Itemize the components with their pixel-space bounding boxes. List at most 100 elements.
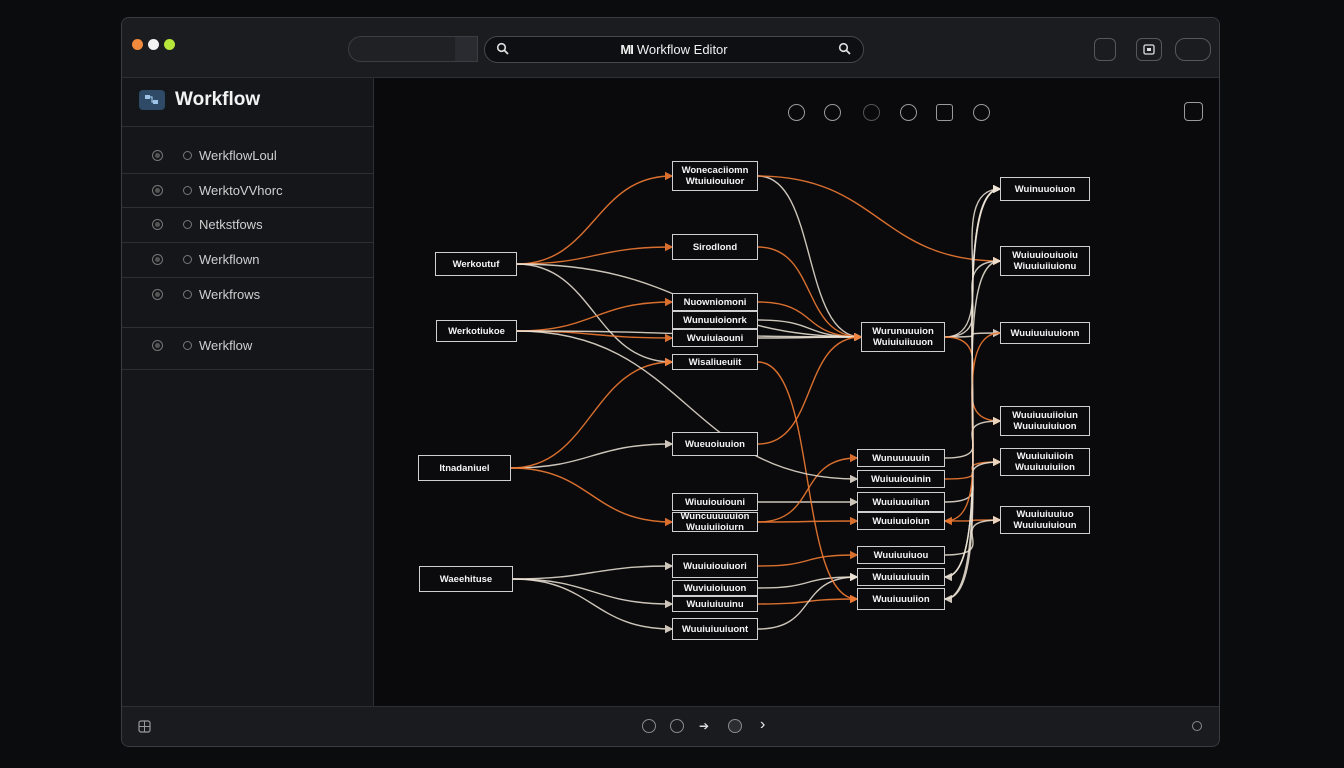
- sidebar-item-label: WerkflowLoul: [199, 147, 277, 163]
- app-logo-text: MI: [620, 42, 633, 57]
- grid-icon[interactable]: [138, 720, 151, 738]
- sidebar-item-2[interactable]: WerktoVVhorc: [122, 173, 373, 207]
- item-status-icon: [183, 254, 192, 264]
- workflow-canvas[interactable]: Werkoutuf Werkotiukoe Itnadaniuel Waeehitus…: [374, 78, 1219, 706]
- workflow-node-r3[interactable]: Wuuiuuuiiun: [857, 492, 945, 512]
- sidebar-item-label: WerktoVVhorc: [199, 182, 283, 198]
- workflow-node-c7[interactable]: Wueuoiuuion: [672, 432, 758, 456]
- connection-edge-16[interactable]: [757, 301, 863, 342]
- tab-strip[interactable]: [348, 36, 478, 62]
- sidebar-item-6[interactable]: Werkflow: [122, 328, 373, 362]
- maximize-window-button[interactable]: [164, 39, 175, 50]
- sidebar-item-label: Werkflown: [199, 251, 260, 267]
- workflow-node-n4[interactable]: Waeehituse: [419, 566, 513, 592]
- minimize-window-button[interactable]: [148, 39, 159, 50]
- layout-icon: [1143, 44, 1155, 55]
- sidebar-item-5[interactable]: Werkfrows: [122, 277, 373, 311]
- workflow-node-r7[interactable]: Wuuiuuuiion: [857, 588, 945, 610]
- sidebar-item-1[interactable]: WerkflowLoul: [122, 138, 373, 172]
- sidebar-item-label: Werkfrows: [199, 286, 261, 302]
- item-status-icon: [183, 219, 192, 229]
- workflow-node-c5[interactable]: Wvuiuiaouni: [672, 329, 758, 347]
- workflow-node-c4[interactable]: Wunuuioionrk: [672, 311, 758, 329]
- search-bar[interactable]: MI Workflow Editor: [484, 36, 864, 63]
- connection-edge-19[interactable]: [757, 332, 863, 445]
- next-icon[interactable]: ›: [760, 716, 765, 734]
- workflow-node-c6[interactable]: Wisaliueuiit: [672, 354, 758, 370]
- connection-edge-23[interactable]: [757, 550, 859, 567]
- workflow-node-c12[interactable]: Wuuiuiuuinu: [672, 596, 758, 612]
- workflow-node-c3[interactable]: Nuowniomoni: [672, 293, 758, 311]
- sidebar-brand: Workflow: [139, 89, 260, 111]
- connection-edge-13[interactable]: [757, 175, 863, 342]
- connection-edge-22[interactable]: [757, 516, 859, 526]
- panel-toggle-button[interactable]: [1094, 38, 1116, 61]
- item-bullet-icon: [152, 339, 163, 351]
- connection-edge-14[interactable]: [757, 175, 1002, 266]
- window-title-text: Workflow Editor: [636, 42, 728, 57]
- workflow-node-r5[interactable]: Wuuiuuiuou: [857, 546, 945, 564]
- divider: [122, 126, 373, 127]
- status-indicator-icon: [1192, 721, 1202, 731]
- connection-edge-41[interactable]: [757, 361, 859, 604]
- item-status-icon: [183, 340, 192, 350]
- tab-segment[interactable]: [455, 37, 477, 61]
- arrow-icon[interactable]: ➔: [699, 719, 709, 733]
- workflow-node-c9[interactable]: Wuncuuuuuion Wuuiuiioiurn: [672, 512, 758, 532]
- connection-edge-9[interactable]: [510, 357, 674, 469]
- sidebar: Workflow WerkflowLoul WerktoVVhorc Netks…: [122, 78, 374, 706]
- sidebar-item-3[interactable]: Netkstfows: [122, 207, 373, 241]
- status-footer: ➔ ›: [122, 706, 1219, 746]
- workflow-node-r2[interactable]: Wuiuuiouinin: [857, 470, 945, 488]
- workflow-node-r1[interactable]: Wunuuuuuin: [857, 449, 945, 467]
- workflow-node-f5[interactable]: Wuuiuiuiioin Wuuiuuiuiion: [1000, 448, 1090, 476]
- connection-edge-0[interactable]: [516, 171, 674, 265]
- workflow-node-f6[interactable]: Wuuiuiuuiuo Wuuiuuiuioun: [1000, 506, 1090, 534]
- item-bullet-icon: [152, 218, 163, 230]
- workflow-node-c13[interactable]: Wuuiuiuuiuont: [672, 618, 758, 640]
- connection-edge-4[interactable]: [516, 297, 674, 332]
- workflow-node-f3[interactable]: Wuuiuuiuuionn: [1000, 322, 1090, 344]
- layout-button[interactable]: [1136, 38, 1162, 61]
- item-status-icon: [183, 185, 192, 195]
- connection-edge-11[interactable]: [512, 578, 674, 634]
- workflow-node-c11[interactable]: Wuviuioiuuon: [672, 580, 758, 596]
- divider: [122, 369, 373, 370]
- undo-icon[interactable]: [642, 719, 656, 733]
- sidebar-item-4[interactable]: Werkflown: [122, 242, 373, 276]
- connection-edge-26[interactable]: [757, 572, 859, 630]
- workflow-node-c1[interactable]: Wonecaciiomn Wtuiuiouiuor: [672, 161, 758, 191]
- sidebar-item-label: Netkstfows: [199, 216, 263, 232]
- connection-edge-8[interactable]: [510, 467, 674, 527]
- workflow-node-h1[interactable]: Wurunuuuion Wuiuiuiiuuon: [861, 322, 945, 352]
- connection-edge-2[interactable]: [516, 263, 674, 367]
- account-button[interactable]: [1175, 38, 1211, 61]
- workflow-node-f1[interactable]: Wuinuuoiuon: [1000, 177, 1090, 201]
- redo-icon[interactable]: [670, 719, 684, 733]
- record-icon[interactable]: [728, 719, 742, 733]
- connection-edge-10[interactable]: [512, 561, 674, 580]
- item-bullet-icon: [152, 253, 163, 265]
- workflow-node-f4[interactable]: Wuuiuuuiioiun Wuuiuuiuiuon: [1000, 406, 1090, 436]
- workflow-node-c8[interactable]: Wiuuiouiouni: [672, 493, 758, 511]
- workflow-node-n1[interactable]: Werkoutuf: [435, 252, 517, 276]
- connection-edge-12[interactable]: [512, 578, 674, 609]
- connection-edge-15[interactable]: [757, 246, 863, 342]
- workflow-node-c2[interactable]: Sirodlond: [672, 234, 758, 260]
- connection-edge-18[interactable]: [757, 332, 863, 342]
- workflow-node-n2[interactable]: Werkotiukoe: [436, 320, 517, 342]
- item-bullet-icon: [152, 288, 163, 300]
- workflow-node-r6[interactable]: Wuuiuuiuuin: [857, 568, 945, 586]
- workflow-node-r4[interactable]: Wuuiuuioiun: [857, 512, 945, 530]
- workflow-node-n3[interactable]: Itnadaniuel: [418, 455, 511, 481]
- workflow-node-c10[interactable]: Wuuiuiouiuori: [672, 554, 758, 578]
- workflow-connections: [510, 171, 1002, 634]
- close-window-button[interactable]: [132, 39, 143, 50]
- workflow-editor-window: MIWorkflow Editor Workflow WerkflowLoul: [121, 17, 1220, 747]
- brand-name: Workflow: [175, 89, 261, 110]
- sidebar-item-label: Werkflow: [199, 337, 253, 353]
- item-status-icon: [183, 150, 192, 160]
- search-icon[interactable]: [838, 42, 852, 61]
- workflow-node-f2[interactable]: Wuiuuiouiuoiu Wiuuiuiiuionu: [1000, 246, 1090, 276]
- connection-edge-21[interactable]: [757, 453, 859, 523]
